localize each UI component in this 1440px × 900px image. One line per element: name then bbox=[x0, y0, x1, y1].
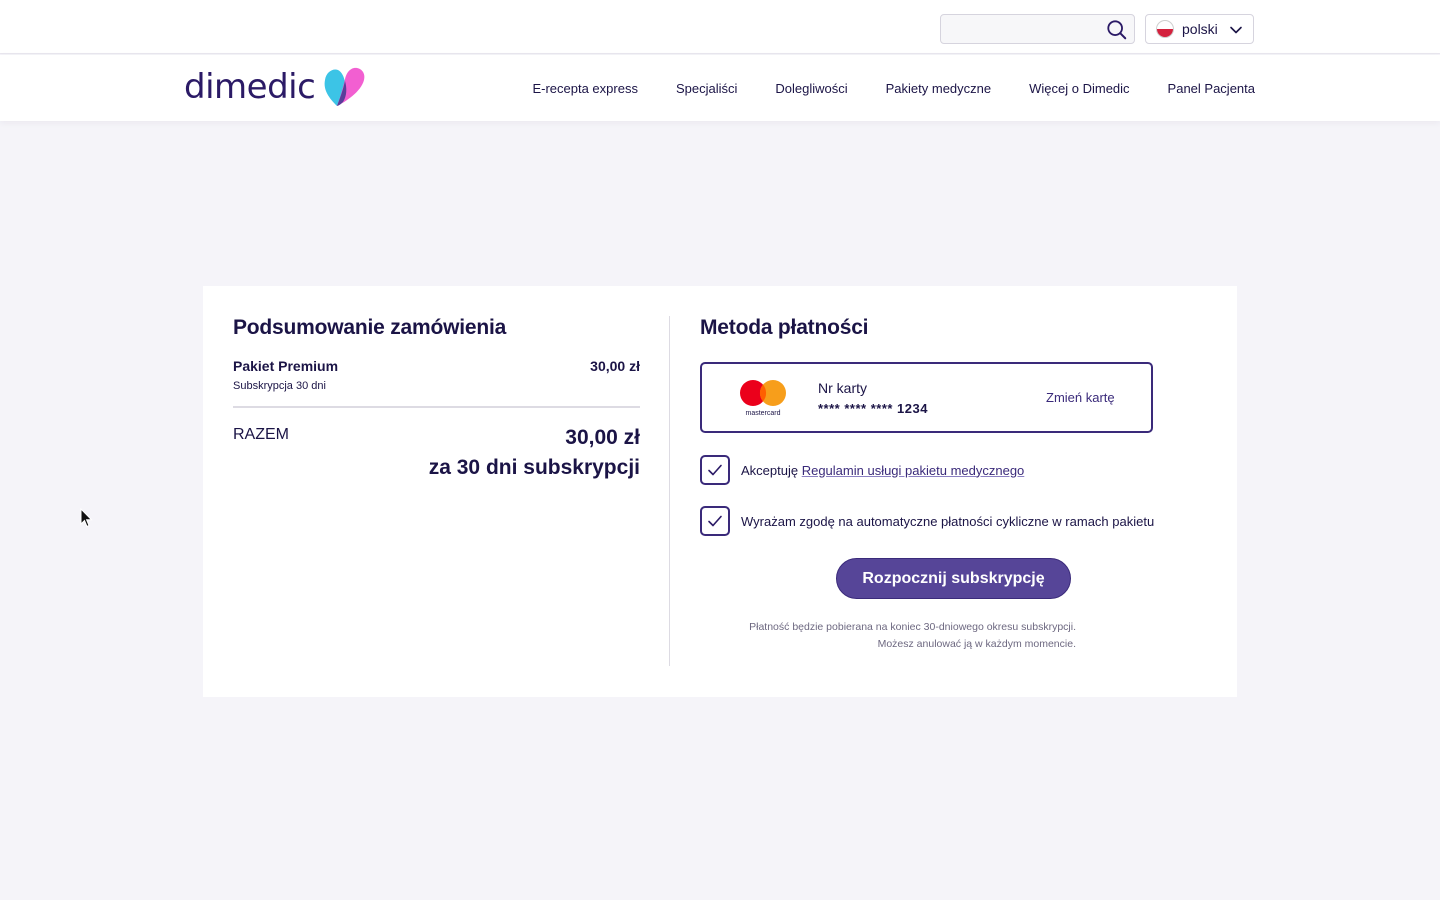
main-navbar: dimedic E-recepta express Specjaliści Do… bbox=[0, 55, 1440, 121]
total-label: RAZEM bbox=[233, 426, 289, 443]
card-number-masked: **** **** **** 1234 bbox=[818, 401, 928, 416]
consent-text: Wyrażam zgodę na automatyczne płatności … bbox=[741, 513, 1155, 529]
column-divider bbox=[669, 316, 670, 666]
item-subtitle: Subskrypcja 30 dni bbox=[233, 380, 326, 392]
language-select[interactable]: polski bbox=[1145, 14, 1254, 44]
total-amount: 30,00 zł bbox=[565, 426, 640, 449]
change-card-link[interactable]: Zmień kartę bbox=[1046, 390, 1115, 405]
consent-checkbox[interactable] bbox=[700, 506, 730, 536]
terms-checkbox[interactable] bbox=[700, 455, 730, 485]
mouse-cursor-icon bbox=[80, 508, 93, 528]
checkmark-icon bbox=[708, 515, 722, 527]
dimedic-logo[interactable]: dimedic bbox=[184, 65, 367, 109]
checkout-card: Podsumowanie zamówienia Pakiet Premium S… bbox=[203, 286, 1237, 697]
total-period: za 30 dni subskrypcji bbox=[428, 456, 640, 479]
nav-link-specjalisci[interactable]: Specjaliści bbox=[676, 81, 737, 96]
payment-method: Metoda płatności mastercard Nr karty ***… bbox=[700, 316, 1210, 653]
card-number-label: Nr karty bbox=[818, 380, 867, 396]
language-label: polski bbox=[1182, 21, 1218, 37]
saved-card: mastercard Nr karty **** **** **** 1234 … bbox=[700, 362, 1153, 433]
nav-link-wiecej[interactable]: Więcej o Dimedic bbox=[1029, 81, 1129, 96]
order-summary-title: Podsumowanie zamówienia bbox=[233, 316, 507, 339]
search-input[interactable] bbox=[941, 15, 1101, 43]
mastercard-wordmark: mastercard bbox=[745, 410, 780, 417]
payment-note-line2: Możesz anulować ją w każdym momencie. bbox=[877, 638, 1076, 650]
order-item-row: Pakiet Premium Subskrypcja 30 dni 30,00 … bbox=[233, 358, 640, 392]
top-bar: polski bbox=[0, 0, 1440, 54]
terms-text: Akceptuję Regulamin usługi pakietu medyc… bbox=[741, 463, 1024, 478]
heart-logo-icon bbox=[324, 67, 365, 106]
terms-link[interactable]: Regulamin usługi pakietu medycznego bbox=[802, 463, 1025, 478]
nav-link-panel-pacjenta[interactable]: Panel Pacjenta bbox=[1168, 81, 1255, 96]
search-box[interactable] bbox=[940, 14, 1135, 44]
item-name: Pakiet Premium bbox=[233, 358, 339, 374]
checkmark-icon bbox=[708, 464, 722, 476]
chevron-down-icon bbox=[1230, 26, 1242, 34]
nav-link-dolegliwosci[interactable]: Dolegliwości bbox=[775, 81, 847, 96]
payment-note-line1: Płatność będzie pobierana na koniec 30-d… bbox=[749, 621, 1076, 633]
nav-link-pakiety[interactable]: Pakiety medyczne bbox=[886, 81, 992, 96]
summary-divider bbox=[233, 406, 640, 408]
payment-note: Płatność będzie pobierana na koniec 30-d… bbox=[700, 619, 1076, 653]
mastercard-icon: mastercard bbox=[740, 380, 786, 417]
poland-flag-icon bbox=[1156, 20, 1174, 38]
logo-text: dimedic bbox=[184, 67, 316, 107]
payment-title: Metoda płatności bbox=[700, 316, 869, 339]
consent-row: Wyrażam zgodę na automatyczne płatności … bbox=[700, 506, 1210, 536]
nav-link-e-recepta[interactable]: E-recepta express bbox=[532, 81, 638, 96]
nav-links: E-recepta express Specjaliści Dolegliwoś… bbox=[532, 55, 1255, 121]
total-row: RAZEM 30,00 zł za 30 dni subskrypcji bbox=[233, 426, 640, 480]
terms-row: Akceptuję Regulamin usługi pakietu medyc… bbox=[700, 455, 1210, 485]
search-icon[interactable] bbox=[1106, 19, 1128, 41]
start-subscription-button[interactable]: Rozpocznij subskrypcję bbox=[836, 558, 1071, 599]
terms-prefix: Akceptuję bbox=[741, 462, 802, 478]
order-summary: Podsumowanie zamówienia Pakiet Premium S… bbox=[233, 316, 640, 480]
item-price: 30,00 zł bbox=[590, 358, 640, 374]
